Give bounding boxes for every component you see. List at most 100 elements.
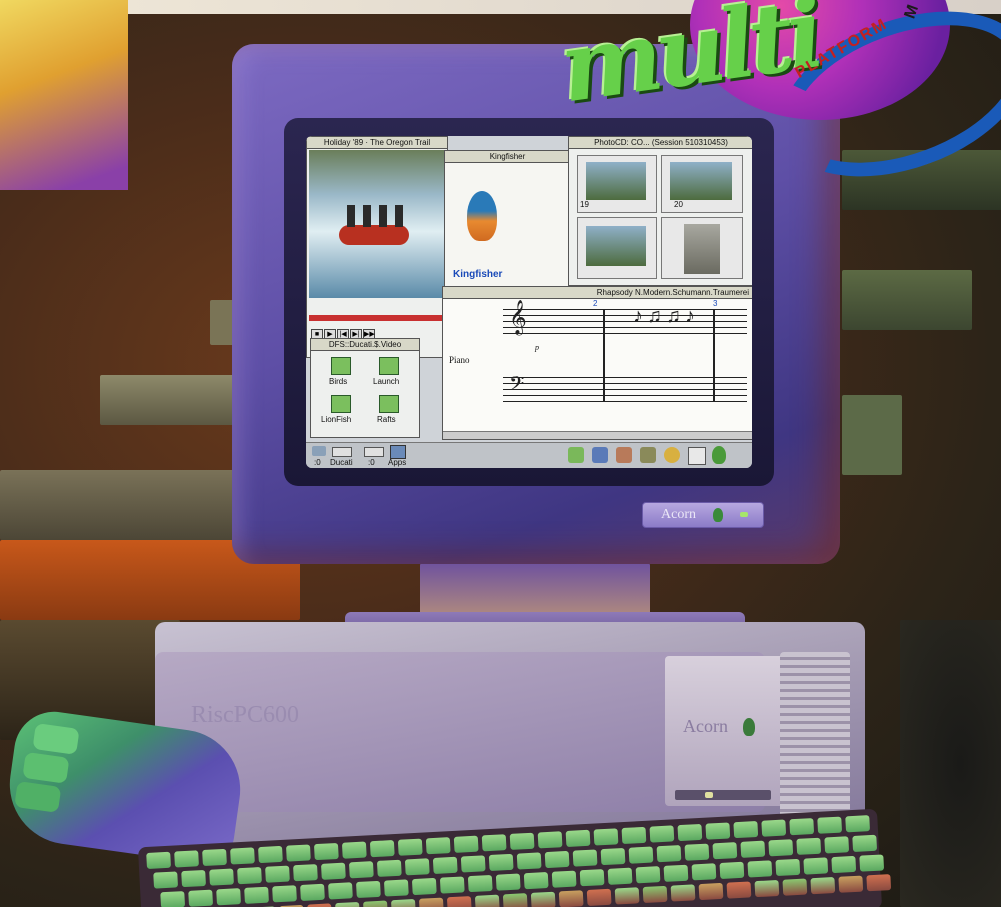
keyboard-key[interactable] <box>698 882 724 901</box>
apps-icon[interactable] <box>390 445 406 459</box>
photo-thumbnail[interactable] <box>577 217 657 279</box>
keyboard-key[interactable] <box>391 899 416 907</box>
keyboard-key[interactable] <box>293 864 318 882</box>
keyboard-key[interactable] <box>181 869 206 888</box>
app-icon[interactable] <box>568 447 584 463</box>
keyboard-key[interactable] <box>439 876 465 894</box>
app-icon[interactable] <box>592 447 608 463</box>
keyboard-key[interactable] <box>481 834 507 852</box>
mouse-button-left[interactable] <box>32 722 80 755</box>
scroll-bar[interactable] <box>443 431 752 439</box>
keyboard-key[interactable] <box>838 875 864 893</box>
keyboard-key[interactable] <box>733 820 759 839</box>
keyboard-key[interactable] <box>216 888 241 906</box>
keyboard-key[interactable] <box>684 843 710 861</box>
mouse-button-right[interactable] <box>14 781 62 813</box>
keyboard-key[interactable] <box>558 890 584 907</box>
keyboard-key[interactable] <box>174 850 199 868</box>
mouse-button-middle[interactable] <box>22 751 70 784</box>
keyboard-key[interactable] <box>642 885 668 904</box>
keyboard-key[interactable] <box>705 822 731 840</box>
keyboard-key[interactable] <box>446 896 472 907</box>
keyboard-key[interactable] <box>565 829 591 848</box>
keyboard-key[interactable] <box>404 858 430 876</box>
keyboard-key[interactable] <box>712 842 738 860</box>
keyboard-key[interactable] <box>845 815 871 833</box>
photo-thumbnail[interactable]: 19 <box>577 155 657 213</box>
keyboard-key[interactable] <box>810 877 836 895</box>
keyboard-key[interactable] <box>607 867 633 885</box>
keyboard-key[interactable] <box>656 845 682 863</box>
keyboard-key[interactable] <box>600 847 626 866</box>
keyboard-key[interactable] <box>516 852 542 870</box>
keyboard-key[interactable] <box>488 853 514 872</box>
keyboard-key[interactable] <box>544 850 570 869</box>
keyboard-key[interactable] <box>376 859 402 877</box>
keyboard-key[interactable] <box>153 871 179 889</box>
keyboard-key[interactable] <box>621 826 647 845</box>
keyboard-key[interactable] <box>209 868 234 886</box>
keyboard-key[interactable] <box>740 840 766 858</box>
keyboard-key[interactable] <box>230 847 255 865</box>
keyboard-key[interactable] <box>768 839 794 857</box>
keyboard-key[interactable] <box>237 867 262 885</box>
keyboard-key[interactable] <box>474 894 500 907</box>
keyboard-key[interactable] <box>761 819 787 837</box>
keyboard-key[interactable] <box>425 837 451 855</box>
keyboard-key[interactable] <box>397 838 423 856</box>
keyboard-key[interactable] <box>649 825 675 843</box>
keyboard-key[interactable] <box>369 840 395 858</box>
app-icon[interactable] <box>688 447 706 465</box>
keyboard-key[interactable] <box>411 877 437 896</box>
keyboard-key[interactable] <box>244 886 269 904</box>
keyboard-key[interactable] <box>363 900 388 907</box>
app-icon[interactable] <box>616 447 632 463</box>
video-file-icon[interactable] <box>379 357 399 375</box>
keyboard-key[interactable] <box>202 848 227 867</box>
keyboard-key[interactable] <box>286 844 311 862</box>
keyboard-key[interactable] <box>754 879 780 898</box>
keyboard-key[interactable] <box>579 869 605 887</box>
video-file-icon[interactable] <box>331 357 351 375</box>
keyboard-key[interactable] <box>859 854 885 872</box>
keyboard-key[interactable] <box>146 851 171 869</box>
keyboard-key[interactable] <box>628 846 654 864</box>
drive-icon[interactable] <box>364 447 384 457</box>
keyboard-key[interactable] <box>551 870 577 888</box>
video-file-icon[interactable] <box>379 395 399 413</box>
keyboard-key[interactable] <box>432 856 458 874</box>
drive-icon[interactable] <box>332 447 352 457</box>
keyboard-key[interactable] <box>803 857 829 875</box>
keyboard-key[interactable] <box>670 884 696 902</box>
keyboard-key[interactable] <box>663 864 689 882</box>
keyboard-key[interactable] <box>852 834 878 853</box>
keyboard-key[interactable] <box>383 879 409 897</box>
keyboard-key[interactable] <box>160 891 186 907</box>
keyboard-key[interactable] <box>495 873 521 891</box>
keyboard-key[interactable] <box>272 885 297 903</box>
keyboard-key[interactable] <box>796 837 822 855</box>
app-icon[interactable] <box>664 447 680 463</box>
keyboard-key[interactable] <box>824 836 850 854</box>
keyboard-key[interactable] <box>817 816 843 834</box>
keyboard-key[interactable] <box>523 872 549 890</box>
app-icon[interactable] <box>640 447 656 463</box>
keyboard-key[interactable] <box>691 863 717 881</box>
keyboard-key[interactable] <box>530 891 556 907</box>
keyboard-key[interactable] <box>509 832 535 850</box>
file-label[interactable]: Launch <box>373 377 399 386</box>
keyboard-key[interactable] <box>328 882 353 900</box>
drive-icon[interactable] <box>312 446 326 456</box>
keyboard-key[interactable] <box>866 874 892 892</box>
keyboard-key[interactable] <box>537 831 563 849</box>
keyboard-key[interactable] <box>831 855 857 874</box>
keyboard-key[interactable] <box>418 897 444 907</box>
keyboard-key[interactable] <box>265 865 290 883</box>
video-file-icon[interactable] <box>331 395 351 413</box>
keyboard-key[interactable] <box>313 842 339 861</box>
file-label[interactable]: Rafts <box>377 415 396 424</box>
keyboard-key[interactable] <box>460 855 486 873</box>
keyboard-key[interactable] <box>635 866 661 884</box>
keyboard-key[interactable] <box>775 858 801 877</box>
keyboard-key[interactable] <box>502 893 528 907</box>
